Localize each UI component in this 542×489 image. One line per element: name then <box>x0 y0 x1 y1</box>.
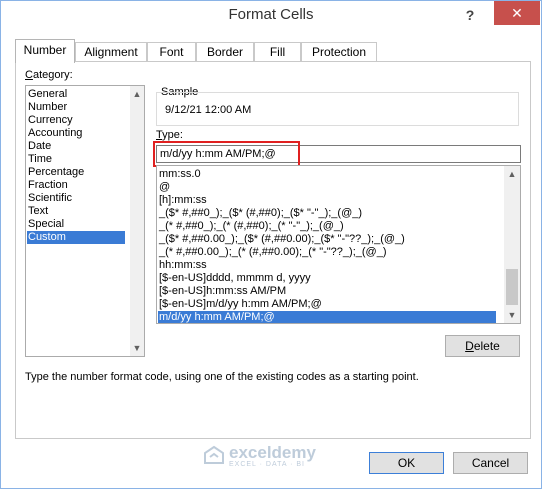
format-item[interactable]: [h]:mm:ss <box>159 194 207 207</box>
format-item[interactable]: hh:mm:ss <box>159 259 207 272</box>
category-item-date[interactable]: Date <box>28 140 51 153</box>
format-item[interactable]: [$-en-US]h:mm:ss AM/PM <box>159 285 286 298</box>
scroll-down-icon[interactable]: ▼ <box>504 308 520 322</box>
scroll-up-icon[interactable]: ▲ <box>130 87 144 101</box>
sample-value: 9/12/21 12:00 AM <box>165 104 252 116</box>
ok-button[interactable]: OK <box>369 452 444 474</box>
tab-alignment[interactable]: Alignment <box>75 42 147 62</box>
format-item[interactable]: [$-en-US]dddd, mmmm d, yyyy <box>159 272 311 285</box>
scroll-up-icon[interactable]: ▲ <box>504 167 520 181</box>
format-item[interactable]: _($* #,##0.00_);_($* (#,##0.00);_($* "-"… <box>159 233 405 246</box>
category-list[interactable]: General Number Currency Accounting Date … <box>25 85 145 357</box>
watermark-tagline: EXCEL · DATA · BI <box>229 461 305 468</box>
exceldemy-watermark: exceldemy EXCEL · DATA · BI <box>203 444 316 468</box>
category-item-fraction[interactable]: Fraction <box>28 179 68 192</box>
type-input[interactable]: m/d/yy h:mm AM/PM;@ <box>156 145 521 163</box>
tab-protection[interactable]: Protection <box>301 42 377 62</box>
format-item[interactable]: @ <box>159 181 170 194</box>
help-button[interactable]: ? <box>457 4 483 26</box>
description-text: Type the number format code, using one o… <box>25 371 419 383</box>
close-button[interactable]: ✕ <box>494 1 540 25</box>
type-label: Type: <box>156 129 183 141</box>
title-bar: Format Cells ? ✕ <box>1 1 541 31</box>
delete-button[interactable]: Delete <box>445 335 520 357</box>
format-item[interactable]: _(* #,##0.00_);_(* (#,##0.00);_(* "-"??_… <box>159 246 386 259</box>
format-item[interactable]: [$-en-US]m/d/yy h:mm AM/PM;@ <box>159 298 322 311</box>
category-scrollbar[interactable]: ▲ ▼ <box>130 86 144 356</box>
format-item-selected[interactable]: m/d/yy h:mm AM/PM;@ <box>158 311 496 323</box>
scroll-thumb[interactable] <box>506 269 518 305</box>
category-item-time[interactable]: Time <box>28 153 52 166</box>
category-item-number[interactable]: Number <box>28 101 67 114</box>
cancel-button[interactable]: Cancel <box>453 452 528 474</box>
exceldemy-logo-icon <box>204 445 224 464</box>
category-item-custom[interactable]: Custom <box>27 231 125 244</box>
watermark-name: exceldemy <box>229 443 316 462</box>
tab-border[interactable]: Border <box>196 42 254 62</box>
format-item[interactable]: _(* #,##0_);_(* (#,##0);_(* "-"_);_(@_) <box>159 220 344 233</box>
sample-box: 9/12/21 12:00 AM <box>156 92 519 126</box>
format-item[interactable]: _($* #,##0_);_($* (#,##0);_($* "-"_);_(@… <box>159 207 362 220</box>
format-scrollbar[interactable]: ▲ ▼ <box>504 166 520 323</box>
tab-number[interactable]: Number <box>15 39 75 63</box>
category-label: Category: <box>25 69 73 81</box>
format-item[interactable]: mm:ss.0 <box>159 168 201 181</box>
category-item-scientific[interactable]: Scientific <box>28 192 72 205</box>
format-code-list[interactable]: mm:ss.0 @ [h]:mm:ss _($* #,##0_);_($* (#… <box>156 165 521 324</box>
category-item-accounting[interactable]: Accounting <box>28 127 82 140</box>
category-item-percentage[interactable]: Percentage <box>28 166 84 179</box>
tab-font[interactable]: Font <box>147 42 196 62</box>
format-cells-dialog: Format Cells ? ✕ Number Alignment Font B… <box>0 0 542 489</box>
category-item-text[interactable]: Text <box>28 205 48 218</box>
category-item-special[interactable]: Special <box>28 218 64 231</box>
category-item-currency[interactable]: Currency <box>28 114 73 127</box>
scroll-down-icon[interactable]: ▼ <box>130 341 144 355</box>
category-item-general[interactable]: General <box>28 88 67 101</box>
tab-fill[interactable]: Fill <box>254 42 301 62</box>
